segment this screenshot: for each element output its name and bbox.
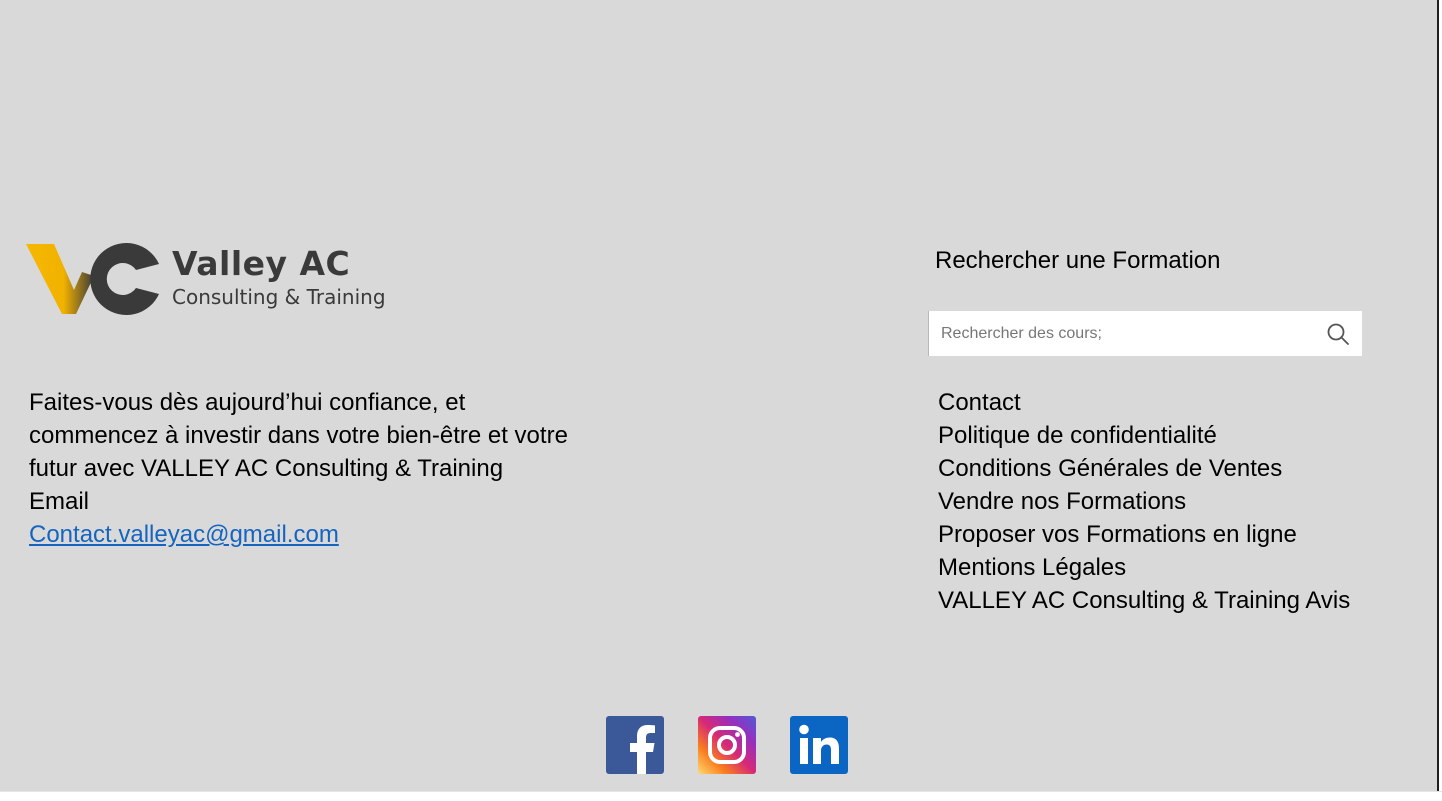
window-edge xyxy=(1437,0,1439,791)
about-line: commencez à investir dans votre bien-êtr… xyxy=(29,422,568,449)
link-legal[interactable]: Mentions Légales xyxy=(938,551,1350,584)
search-box xyxy=(928,311,1362,356)
search-input[interactable] xyxy=(941,311,1321,356)
site-footer: Valley AC Consulting & Training Faites-v… xyxy=(0,0,1437,791)
brand-tagline: Consulting & Training xyxy=(172,285,386,309)
link-privacy[interactable]: Politique de confidentialité xyxy=(938,419,1350,452)
about-line: futur avec VALLEY AC Consulting & Traini… xyxy=(29,455,504,482)
logo-mark-icon xyxy=(26,243,159,315)
bottom-strip xyxy=(0,791,1442,801)
footer-links: Contact Politique de confidentialité Con… xyxy=(938,386,1350,617)
social-links xyxy=(606,716,856,774)
email-label: Email xyxy=(29,488,90,515)
search-title: Rechercher une Formation xyxy=(935,247,1221,274)
link-reviews[interactable]: VALLEY AC Consulting & Training Avis xyxy=(938,584,1350,617)
link-terms[interactable]: Conditions Générales de Ventes xyxy=(938,452,1350,485)
link-sell-courses[interactable]: Vendre nos Formations xyxy=(938,485,1350,518)
link-propose-courses[interactable]: Proposer vos Formations en ligne xyxy=(938,518,1350,551)
about-line: Faites-vous dès aujourd’hui confiance, e… xyxy=(29,389,466,416)
instagram-icon[interactable] xyxy=(698,716,756,774)
brand-logo[interactable]: Valley AC Consulting & Training xyxy=(24,238,404,320)
brand-name: Valley AC xyxy=(172,244,351,283)
email-link[interactable]: Contact.valleyac@gmail.com xyxy=(29,521,339,548)
linkedin-icon[interactable] xyxy=(790,716,848,774)
facebook-icon[interactable] xyxy=(606,716,664,774)
about-block: Faites-vous dès aujourd’hui confiance, e… xyxy=(29,386,629,551)
link-contact[interactable]: Contact xyxy=(938,386,1350,419)
search-icon[interactable] xyxy=(1326,322,1350,346)
